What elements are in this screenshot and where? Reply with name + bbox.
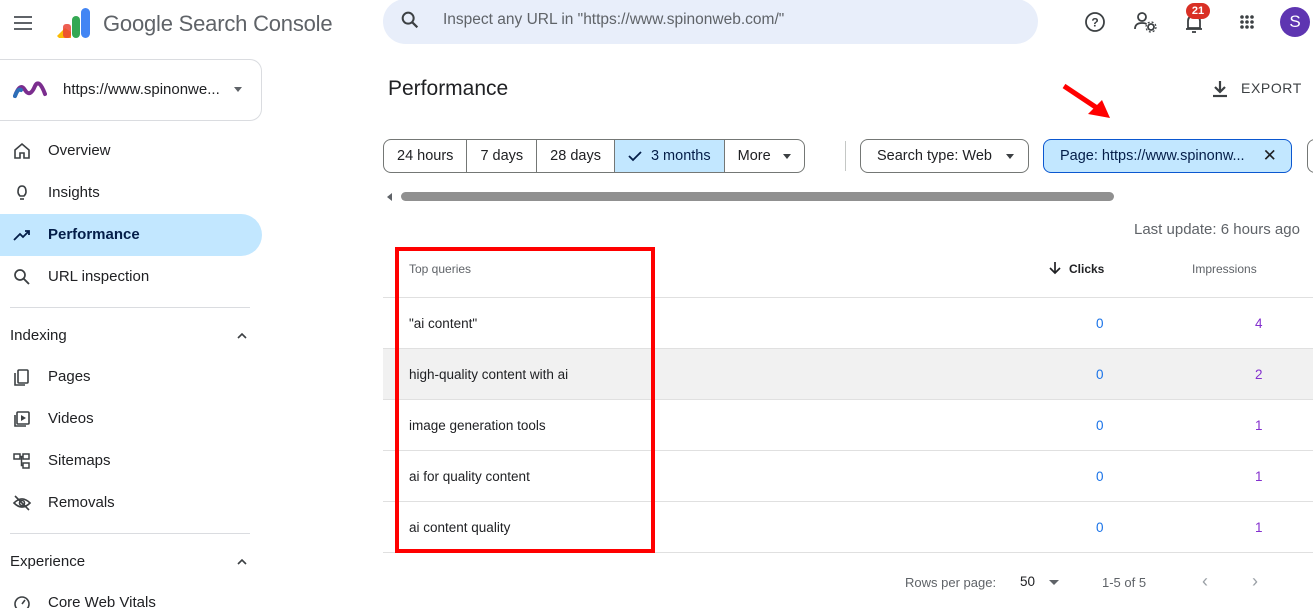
sidebar-item-label: Performance bbox=[48, 226, 140, 243]
search-icon bbox=[401, 11, 419, 29]
annotation-highlight-box bbox=[395, 247, 655, 553]
svg-text:?: ? bbox=[1091, 16, 1098, 30]
sidebar-item-label: Core Web Vitals bbox=[48, 594, 156, 608]
sidebar-item-label: Pages bbox=[48, 368, 91, 385]
horizontal-scrollbar[interactable] bbox=[401, 192, 1114, 201]
app-title: Google Search Console bbox=[103, 11, 333, 36]
chevron-down-icon[interactable] bbox=[1049, 580, 1059, 585]
sidebar-item-label: Removals bbox=[48, 494, 115, 511]
clicks-cell: 0 bbox=[1096, 520, 1104, 535]
sidebar-item-label: Videos bbox=[48, 410, 94, 427]
help-icon[interactable]: ? bbox=[1081, 8, 1109, 36]
impressions-cell: 1 bbox=[1255, 418, 1263, 433]
pages-icon bbox=[14, 369, 29, 386]
date-range-chips: 24 hours 7 days 28 days 3 months More bbox=[383, 139, 805, 173]
impressions-cell: 4 bbox=[1255, 316, 1263, 331]
table-pagination: Rows per page: 50 1-5 of 5 ‹ › bbox=[383, 553, 1313, 608]
page-filter-chip[interactable]: Page: https://www.spinonw... ✕ bbox=[1043, 139, 1292, 173]
sidebar-item-label: Insights bbox=[48, 184, 100, 201]
notifications-count-badge: 21 bbox=[1186, 3, 1210, 19]
property-selector[interactable]: https://www.spinonwe... bbox=[0, 59, 262, 121]
sidebar-item-label: URL inspection bbox=[48, 268, 150, 285]
previous-page-icon[interactable]: ‹ bbox=[1202, 571, 1208, 592]
removals-icon bbox=[12, 495, 32, 511]
search-type-filter[interactable]: Search type: Web bbox=[860, 139, 1029, 173]
home-icon bbox=[14, 142, 30, 159]
download-icon bbox=[1213, 81, 1227, 98]
impressions-cell: 2 bbox=[1255, 367, 1263, 382]
search-console-logo bbox=[57, 8, 90, 38]
property-logo-icon bbox=[13, 81, 47, 98]
last-update-text: Last update: 6 hours ago bbox=[1134, 221, 1300, 238]
clicks-cell: 0 bbox=[1096, 316, 1104, 331]
next-page-icon[interactable]: › bbox=[1252, 571, 1258, 592]
chevron-up-icon[interactable] bbox=[235, 331, 249, 341]
date-chip-label: More bbox=[737, 148, 771, 164]
impressions-cell: 1 bbox=[1255, 520, 1263, 535]
apps-grid-icon[interactable] bbox=[1233, 8, 1261, 36]
date-chip-28-days[interactable]: 28 days bbox=[537, 140, 615, 172]
lightbulb-icon bbox=[17, 185, 27, 200]
sidebar-item-url-inspection[interactable]: URL inspection bbox=[0, 256, 262, 298]
date-chip-24-hours[interactable]: 24 hours bbox=[384, 140, 468, 172]
rows-per-page-label: Rows per page: bbox=[905, 575, 997, 590]
sidebar-divider bbox=[10, 533, 250, 534]
check-icon bbox=[628, 151, 642, 162]
chevron-down-icon bbox=[234, 87, 242, 92]
property-label: https://www.spinonwe... bbox=[63, 81, 220, 98]
sidebar-item-removals[interactable]: Removals bbox=[0, 482, 262, 524]
annotation-arrow bbox=[1062, 83, 1110, 118]
page-filter-label: Page: https://www.spinonw... bbox=[1060, 148, 1245, 164]
main-menu-icon[interactable] bbox=[12, 12, 34, 34]
sidebar-item-performance[interactable]: Performance bbox=[0, 214, 262, 256]
close-icon[interactable]: ✕ bbox=[1263, 146, 1277, 166]
sidebar-item-videos[interactable]: Videos bbox=[0, 398, 262, 440]
rows-per-page-select[interactable]: 50 bbox=[1020, 574, 1035, 589]
chip-separator bbox=[845, 141, 846, 171]
search-icon bbox=[14, 269, 30, 285]
trending-up-icon bbox=[13, 230, 30, 241]
manage-account-icon[interactable] bbox=[1131, 8, 1159, 36]
search-input[interactable]: Inspect any URL in "https://www.spinonwe… bbox=[443, 11, 784, 29]
sidebar-divider bbox=[10, 307, 250, 308]
chevron-up-icon[interactable] bbox=[235, 557, 249, 567]
clicks-cell: 0 bbox=[1096, 367, 1104, 382]
date-chip-more[interactable]: More bbox=[725, 140, 804, 172]
top-bar: Google Search Console Inspect any URL in… bbox=[0, 0, 1313, 48]
section-heading-experience[interactable]: Experience bbox=[10, 553, 85, 570]
search-type-label: Search type: Web bbox=[877, 148, 992, 164]
clicks-cell: 0 bbox=[1096, 469, 1104, 484]
column-header-impressions[interactable]: Impressions bbox=[1192, 262, 1257, 276]
export-label: EXPORT bbox=[1241, 80, 1302, 96]
column-header-clicks[interactable]: Clicks bbox=[1069, 262, 1104, 276]
date-chip-3-months[interactable]: 3 months bbox=[614, 140, 725, 172]
scroll-left-arrow-icon[interactable] bbox=[387, 193, 392, 201]
sidebar-item-label: Overview bbox=[48, 142, 111, 159]
impressions-cell: 1 bbox=[1255, 469, 1263, 484]
sidebar-item-core-web-vitals[interactable]: Core Web Vitals bbox=[0, 582, 262, 608]
date-chip-7-days[interactable]: 7 days bbox=[467, 140, 538, 172]
chevron-down-icon bbox=[1006, 153, 1014, 159]
sidebar-item-label: Sitemaps bbox=[48, 452, 111, 469]
pagination-range: 1-5 of 5 bbox=[1102, 575, 1147, 590]
sidebar-item-sitemaps[interactable]: Sitemaps bbox=[0, 440, 262, 482]
url-inspection-search[interactable]: Inspect any URL in "https://www.spinonwe… bbox=[383, 0, 1038, 44]
clicks-cell: 0 bbox=[1096, 418, 1104, 433]
sidebar-item-overview[interactable]: Overview bbox=[0, 130, 262, 172]
new-filter-chip[interactable] bbox=[1307, 139, 1313, 173]
sidebar-item-pages[interactable]: Pages bbox=[0, 356, 262, 398]
gauge-icon bbox=[14, 596, 30, 608]
video-icon bbox=[14, 411, 30, 427]
page-title: Performance bbox=[388, 77, 509, 100]
date-chip-label: 3 months bbox=[650, 148, 711, 164]
chevron-down-icon bbox=[782, 153, 791, 159]
sort-down-arrow-icon[interactable] bbox=[1048, 261, 1062, 275]
section-heading-indexing[interactable]: Indexing bbox=[10, 327, 67, 344]
sitemap-icon bbox=[13, 453, 30, 469]
sidebar-item-insights[interactable]: Insights bbox=[0, 172, 262, 214]
avatar[interactable]: S bbox=[1280, 7, 1310, 37]
